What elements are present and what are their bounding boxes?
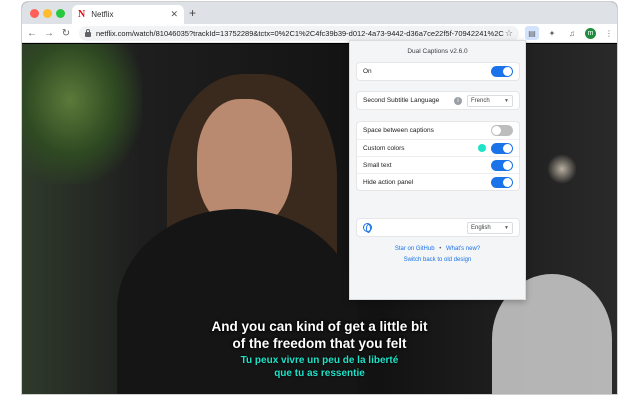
hide-action-panel-toggle[interactable]	[491, 176, 513, 188]
switch-old-design-link[interactable]: Switch back to old design	[404, 257, 472, 263]
space-between-toggle[interactable]	[491, 125, 513, 136]
lock-icon[interactable]	[85, 28, 91, 37]
tab-netflix[interactable]: N Netflix ✕	[72, 5, 184, 24]
ui-language-select[interactable]: English ▼	[467, 221, 513, 234]
menu-icon[interactable]: ⋮	[602, 26, 616, 40]
whats-new-link[interactable]: What's new?	[446, 246, 480, 252]
video-background-lamp	[547, 154, 577, 184]
video-player[interactable]: And you can kind of get a little bit of …	[22, 44, 617, 394]
video-person-body	[117, 209, 357, 394]
card-language: Second Subtitle Language i French ▼	[357, 92, 519, 109]
toggle-knob	[492, 126, 501, 135]
row-ui-language: English ▼	[357, 219, 519, 236]
tab-title: Netflix	[91, 10, 114, 19]
reload-icon[interactable]: ↻	[59, 28, 73, 39]
row-second-language: Second Subtitle Language i French ▼	[357, 92, 519, 109]
primary-subtitle-line-1: And you can kind of get a little bit	[211, 319, 428, 334]
second-language-label: Second Subtitle Language	[363, 97, 440, 104]
link-separator: •	[439, 246, 442, 252]
chevron-down-icon: ▼	[504, 97, 509, 104]
dual-captions-popup: Dual Captions v2.6.0 On Second Subtitle …	[349, 40, 526, 300]
globe-icon	[363, 223, 372, 233]
address-bar[interactable]: netflix.com/watch/81046035?trackId=13752…	[79, 25, 519, 41]
small-text-toggle[interactable]	[491, 159, 513, 171]
card-options: Space between captions Custom colors Sma…	[357, 122, 519, 190]
toggle-knob	[503, 177, 512, 187]
new-tab-button[interactable]: +	[189, 6, 196, 20]
second-language-select[interactable]: French ▼	[467, 94, 513, 107]
info-icon[interactable]: i	[454, 96, 462, 105]
toggle-knob	[503, 160, 512, 170]
media-icon[interactable]: ♫	[565, 26, 579, 40]
url-text[interactable]: netflix.com/watch/81046035?trackId=13752…	[96, 29, 505, 38]
browser-toolbar: ← → ↻ netflix.com/watch/81046035?trackId…	[22, 24, 617, 43]
small-text-label: Small text	[363, 161, 392, 169]
row-hide-action-panel: Hide action panel	[357, 173, 519, 190]
dual-captions-extension-icon[interactable]: ▤	[525, 26, 539, 40]
star-on-github-link[interactable]: Star on GitHub	[395, 246, 435, 252]
video-background-plant	[22, 44, 142, 184]
second-language-value: French	[471, 97, 490, 104]
row-space-between: Space between captions	[357, 122, 519, 139]
ui-language-value: English	[471, 224, 491, 231]
close-window-button[interactable]	[30, 9, 39, 18]
netflix-logo-icon: N	[78, 9, 86, 20]
browser-window: N Netflix ✕ + ← → ↻ netflix.com/watch/81…	[22, 2, 617, 394]
row-custom-colors: Custom colors	[357, 139, 519, 156]
custom-color-swatch[interactable]	[478, 144, 486, 152]
card-ui-language: English ▼	[357, 219, 519, 236]
secondary-subtitle-line-2: que tu as ressentie	[274, 368, 365, 379]
row-small-text: Small text	[357, 156, 519, 173]
secondary-subtitle-line-1: Tu peux vivre un peu de la liberté	[240, 355, 399, 366]
hide-action-panel-label: Hide action panel	[363, 178, 414, 186]
links-row-2: Switch back to old design	[350, 257, 525, 263]
card-power: On	[357, 63, 519, 80]
custom-colors-toggle[interactable]	[491, 142, 513, 154]
back-icon[interactable]: ←	[25, 28, 39, 39]
links-row-1: Star on GitHub • What's new?	[350, 246, 525, 252]
toggle-knob	[503, 143, 512, 153]
close-tab-icon[interactable]: ✕	[170, 9, 178, 20]
on-label: On	[363, 68, 372, 75]
puzzle-icon[interactable]: ✦	[545, 26, 559, 40]
chevron-down-icon: ▼	[504, 224, 509, 231]
row-on: On	[357, 63, 519, 80]
custom-colors-label: Custom colors	[363, 144, 405, 152]
tab-bar: N Netflix ✕ +	[22, 2, 617, 24]
toggle-knob	[503, 67, 512, 76]
forward-icon[interactable]: →	[42, 28, 56, 39]
maximize-window-button[interactable]	[56, 9, 65, 18]
primary-subtitle-line-2: of the freedom that you felt	[232, 336, 407, 351]
minimize-window-button[interactable]	[43, 9, 52, 18]
space-between-label: Space between captions	[363, 127, 434, 134]
avatar[interactable]: m	[585, 27, 596, 39]
popup-title: Dual Captions v2.6.0	[407, 48, 468, 55]
on-toggle[interactable]	[491, 66, 513, 77]
star-icon[interactable]: ☆	[505, 28, 513, 39]
